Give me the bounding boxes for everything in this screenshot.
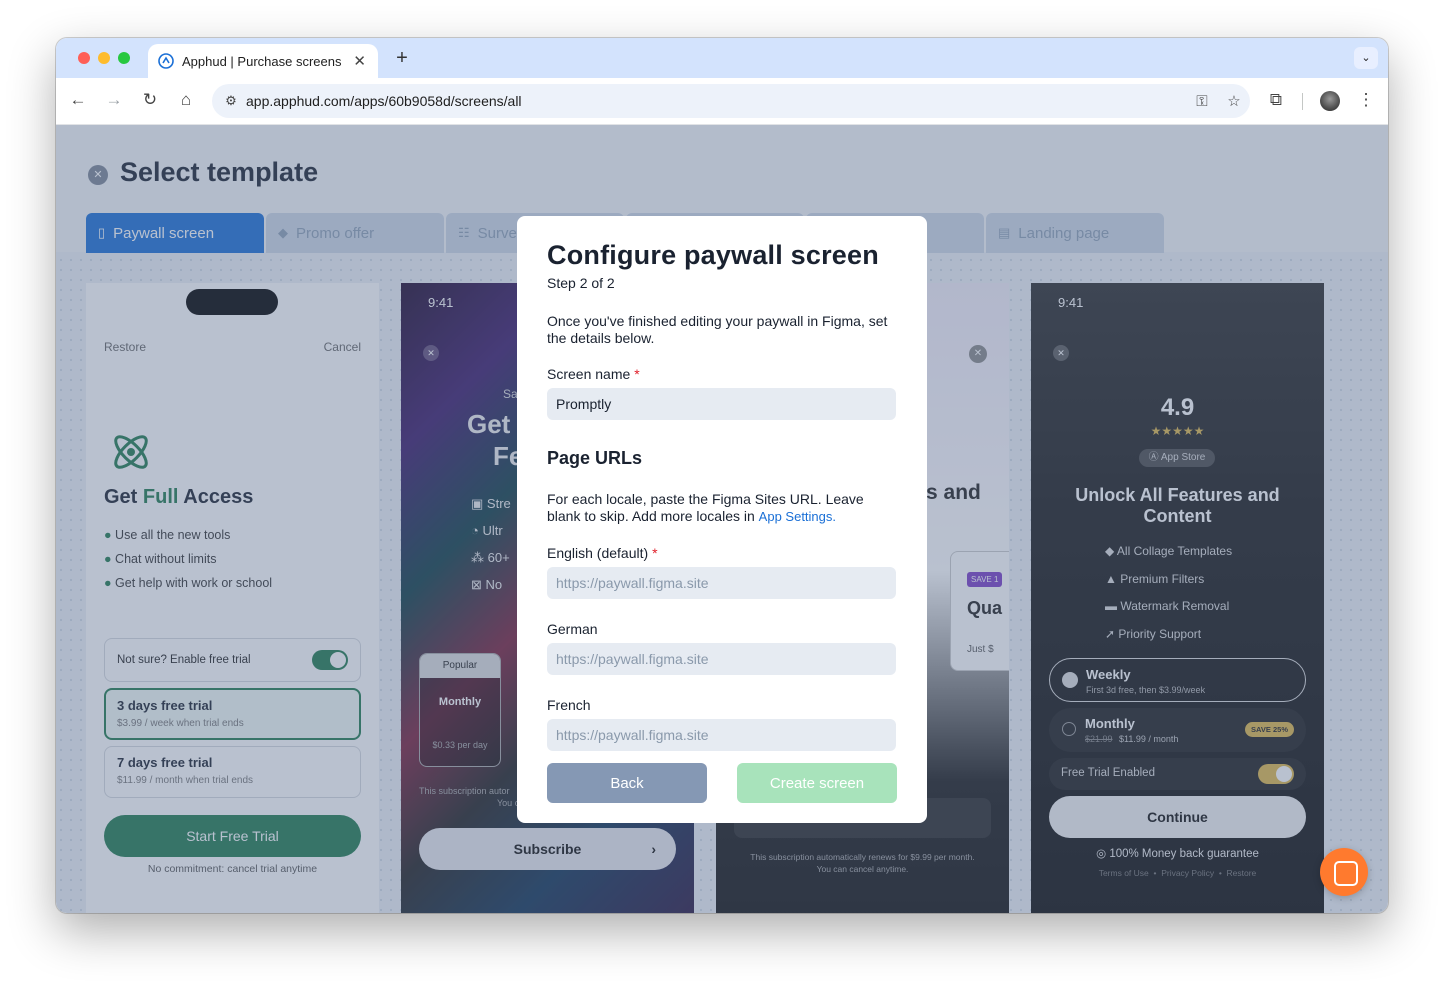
profile-avatar[interactable] <box>1320 91 1340 111</box>
url-text[interactable]: app.apphud.com/apps/60b9058d/screens/all <box>246 93 1186 109</box>
forward-arrow-icon[interactable]: → <box>102 88 126 112</box>
maximize-window-button[interactable] <box>118 52 130 64</box>
modal-title: Configure paywall screen <box>547 240 879 270</box>
browser-toolbar: ← → ↻ ⌂ ⚙ app.apphud.com/apps/60b9058d/s… <box>56 78 1388 125</box>
key-icon[interactable]: ⚿ <box>1186 93 1218 110</box>
modal-step: Step 2 of 2 <box>547 275 615 291</box>
modal-description: Once you've finished editing your paywal… <box>547 313 888 346</box>
browser-tab[interactable]: Apphud | Purchase screens ✕ <box>148 44 378 78</box>
back-button[interactable]: Back <box>547 763 707 803</box>
close-tab-icon[interactable]: ✕ <box>353 52 366 70</box>
chat-support-icon[interactable] <box>1320 848 1368 896</box>
reload-icon[interactable]: ↻ <box>138 88 162 112</box>
create-screen-button[interactable]: Create screen <box>737 763 897 803</box>
home-icon[interactable]: ⌂ <box>174 88 198 112</box>
tab-bar: Apphud | Purchase screens ✕ + ⌄ <box>56 38 1388 78</box>
required-asterisk: * <box>634 366 640 382</box>
close-window-button[interactable] <box>78 52 90 64</box>
page-urls-heading: Page URLs <box>547 448 643 468</box>
tab-search-button[interactable]: ⌄ <box>1354 47 1378 69</box>
german-url-input[interactable]: https://paywall.figma.site <box>547 643 896 675</box>
browser-window: Apphud | Purchase screens ✕ + ⌄ ← → ↻ ⌂ … <box>56 38 1388 913</box>
new-tab-button[interactable]: + <box>390 46 414 70</box>
minimize-window-button[interactable] <box>98 52 110 64</box>
tab-title: Apphud | Purchase screens <box>182 53 342 69</box>
english-url-label: English (default) * <box>547 545 658 561</box>
configure-paywall-modal: Configure paywall screen Step 2 of 2 Onc… <box>517 216 927 823</box>
modal-actions: Back Create screen <box>547 763 897 803</box>
menu-kebab-icon[interactable]: ⋮ <box>1354 88 1378 112</box>
page-content: ✕ Select template ▯ Paywall screen ◆ Promo… <box>56 125 1388 913</box>
screen-name-input[interactable]: Promptly <box>547 388 896 420</box>
site-settings-icon[interactable]: ⚙ <box>216 93 246 109</box>
english-url-input[interactable]: https://paywall.figma.site <box>547 567 896 599</box>
required-asterisk: * <box>652 545 658 561</box>
extensions-icon[interactable]: ⧉ <box>1264 88 1288 112</box>
bookmark-star-icon[interactable]: ☆ <box>1218 92 1250 110</box>
french-url-input[interactable]: https://paywall.figma.site <box>547 719 896 751</box>
toolbar-divider <box>1302 93 1303 110</box>
address-bar[interactable]: ⚙ app.apphud.com/apps/60b9058d/screens/a… <box>212 84 1250 118</box>
app-settings-link[interactable]: App Settings. <box>759 509 836 524</box>
screen-name-label: Screen name * <box>547 366 640 382</box>
apphud-favicon-icon <box>158 53 174 69</box>
page-urls-description: For each locale, paste the Figma Sites U… <box>547 491 864 524</box>
back-arrow-icon[interactable]: ← <box>66 88 90 112</box>
german-url-label: German <box>547 621 598 637</box>
french-url-label: French <box>547 697 591 713</box>
